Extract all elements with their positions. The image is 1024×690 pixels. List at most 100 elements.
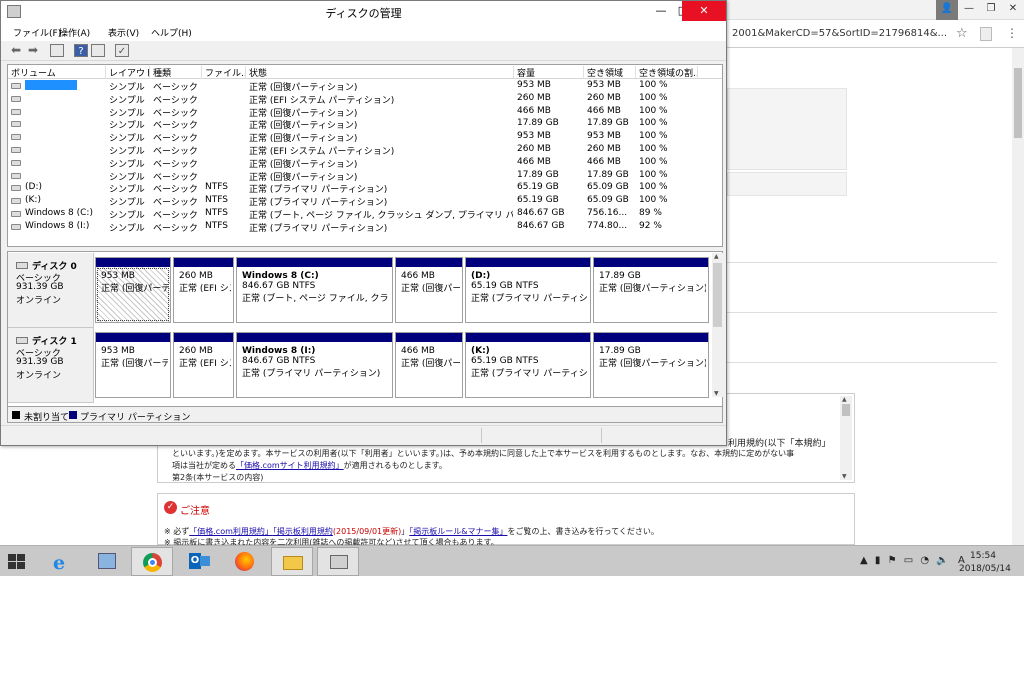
browser-maximize-button[interactable]: ❐ (980, 0, 1002, 20)
kakaku-terms-link[interactable]: 「価格.com利用規約」 (189, 527, 273, 536)
clock-time[interactable]: 15:54 (970, 551, 996, 561)
table-row[interactable]: シンプル ベーシック 正常 (回復パーティション) 466 MB 466 MB 100 % (8, 106, 722, 119)
column-header-filesystem[interactable]: ファイル... (202, 66, 246, 79)
forward-arrow-icon[interactable]: ➡ (26, 44, 40, 57)
cell-status: 正常 (プライマリ パーティション) (249, 185, 388, 196)
scrollbar-thumb[interactable] (842, 404, 850, 416)
notification-chevron-icon[interactable]: ▲ (860, 555, 868, 566)
settings-icon[interactable]: ✓ (115, 44, 129, 57)
partition-block[interactable]: Windows 8 (C:) 846.67 GB NTFS 正常 (ブート, ページ… (236, 257, 393, 323)
column-header-type[interactable]: 種類 (150, 66, 202, 79)
photo-app-icon[interactable] (86, 547, 128, 576)
menu-action[interactable]: 操作(A) (59, 26, 90, 39)
table-row[interactable]: シンプル ベーシック 正常 (EFI システム パーティション) 260 MB 260 … (8, 93, 722, 106)
cell-percent-free: 100 % (639, 118, 668, 129)
chrome-icon[interactable] (131, 547, 173, 576)
volume-icon[interactable]: 🔈 (936, 555, 948, 566)
extension-icon[interactable] (980, 27, 992, 41)
column-header-layout[interactable]: レイアウト (106, 66, 150, 79)
table-row[interactable]: シンプル ベーシック 正常 (回復パーティション) 17.89 GB 17.89 GB 1… (8, 118, 722, 131)
cell-percent-free: 92 % (639, 220, 662, 231)
browser-minimize-button[interactable]: — (958, 0, 980, 20)
address-bar[interactable]: 2001&MakerCD=57&SortID=21796814&... (732, 28, 947, 39)
toolbar: ⬅ ➡ ? ✓ (1, 41, 726, 61)
table-row[interactable]: Windows 8 (C:) シンプル ベーシック NTFS 正常 (ブート, ページ … (8, 208, 722, 221)
start-button[interactable] (8, 554, 26, 570)
user-icon[interactable]: 👤 (936, 0, 958, 20)
legend-swatch-unallocated (12, 411, 20, 419)
table-row[interactable]: (K:) シンプル ベーシック NTFS 正常 (プライマリ パーティション) 65.19… (8, 195, 722, 208)
table-row[interactable]: シンプル ベーシック 正常 (回復パーティション) 466 MB 466 MB 100 % (8, 157, 722, 170)
cell-layout: シンプル (109, 108, 145, 119)
partition-block[interactable]: 260 MB 正常 (EFI システム パーティション) (173, 332, 234, 398)
display-icon[interactable]: ▭ (904, 555, 913, 566)
table-row[interactable]: Windows 8 (I:) シンプル ベーシック NTFS 正常 (プライマリ パーテ… (8, 221, 722, 234)
console-tree-icon[interactable] (50, 44, 64, 57)
partition-block[interactable]: 953 MB 正常 (回復パーティション) (95, 257, 171, 323)
partition-status: 正常 (EFI システム パーティション) (179, 359, 231, 369)
column-header-percent-free[interactable]: 空き領域の割... (636, 66, 698, 79)
partition-block[interactable]: 17.89 GB 正常 (回復パーティション) (593, 257, 709, 323)
cell-status: 正常 (ブート, ページ ファイル, クラッシュ ダンプ, プライマリ パーティ… (249, 211, 513, 221)
cell-capacity: 65.19 GB (517, 195, 559, 206)
file-explorer-icon[interactable] (271, 547, 313, 576)
table-row[interactable]: シンプル ベーシック 正常 (回復パーティション) 953 MB 953 MB 100 % (8, 131, 722, 144)
firefox-icon[interactable] (224, 547, 266, 576)
partition-type-bar (237, 258, 392, 267)
help-icon[interactable]: ? (74, 44, 88, 57)
partition-block[interactable]: (D:)65.19 GB NTFS 正常 (プライマリ パーティション) (465, 257, 591, 323)
scrollbar-thumb[interactable] (713, 263, 722, 327)
outlook-icon[interactable]: O (178, 547, 220, 576)
column-header-capacity[interactable]: 容量 (514, 66, 584, 79)
network-icon[interactable]: ▮ (875, 555, 881, 566)
partition-block[interactable]: 466 MB 正常 (回復パーティション) (395, 332, 463, 398)
volume-icon (11, 198, 21, 205)
partition-block[interactable]: 953 MB 正常 (回復パーティション) (95, 332, 171, 398)
flag-icon[interactable]: ⚑ (888, 555, 897, 566)
disk-management-taskbar-icon[interactable] (317, 547, 359, 576)
browser-close-button[interactable]: ✕ (1002, 0, 1024, 20)
partition-block[interactable]: 466 MB 正常 (回復パーティション) (395, 257, 463, 323)
column-header-status[interactable]: 状態 (246, 66, 514, 79)
window-titlebar[interactable]: ディスクの管理 — □ ✕ (1, 1, 726, 23)
legend-swatch-primary (69, 411, 77, 419)
table-row[interactable]: (D:) シンプル ベーシック NTFS 正常 (プライマリ パーティション) 65.19… (8, 182, 722, 195)
partition-block[interactable]: Windows 8 (I:) 846.67 GB NTFS 正常 (プライマリ パー… (236, 332, 393, 398)
column-header-free-space[interactable]: 空き領域 (584, 66, 636, 79)
partition-name: (D:) (471, 271, 491, 281)
disk-label-1[interactable]: ディスク 1 ベーシック 931.39 GB オンライン (8, 328, 94, 403)
terms-scrollbar[interactable]: ▲ ▼ (840, 396, 852, 480)
close-button[interactable]: ✕ (682, 1, 726, 21)
menu-file[interactable]: ファイル(F) (13, 26, 61, 39)
menu-help[interactable]: ヘルプ(H) (151, 26, 192, 39)
table-row[interactable]: シンプル ベーシック 正常 (回復パーティション) 17.89 GB 17.89 GB 1… (8, 170, 722, 183)
partition-block[interactable]: 260 MB 正常 (EFI システム パーティション) (173, 257, 234, 323)
wifi-icon[interactable]: ◔ (920, 555, 929, 566)
partition-status: 正常 (プライマリ パーティション) (242, 369, 381, 379)
partition-block[interactable]: 17.89 GB 正常 (回復パーティション) (593, 332, 709, 398)
volume-icon (11, 83, 21, 89)
table-row[interactable]: シンプル ベーシック 正常 (回復パーティション) 953 MB 953 MB 100 % (8, 80, 722, 93)
bbs-terms-link[interactable]: 「掲示板利用規約 (273, 527, 333, 536)
internet-explorer-icon[interactable]: e (40, 547, 82, 576)
site-terms-link[interactable]: 「価格.comサイト利用規約」 (236, 461, 344, 470)
column-header-volume[interactable]: ボリューム (8, 66, 106, 79)
partition-type-bar (237, 333, 392, 342)
cell-percent-free: 100 % (639, 144, 668, 154)
partition-block[interactable]: (K:)65.19 GB NTFS 正常 (プライマリ パーティション) (465, 332, 591, 398)
disk-label-0[interactable]: ディスク 0 ベーシック 931.39 GB オンライン (8, 253, 94, 328)
browser-scrollbar[interactable] (1012, 48, 1024, 545)
bookmark-star-icon[interactable]: ☆ (956, 26, 968, 41)
browser-menu-icon[interactable]: ⋮ (1006, 26, 1018, 40)
clock-date[interactable]: 2018/05/14 (959, 564, 1011, 574)
menu-view[interactable]: 表示(V) (108, 26, 139, 39)
bbs-rules-link[interactable]: 「掲示板ルール&マナー集」 (409, 527, 507, 536)
table-row[interactable]: シンプル ベーシック 正常 (EFI システム パーティション) 260 MB 260 … (8, 144, 722, 157)
scrollbar-thumb[interactable] (1014, 68, 1022, 138)
properties-icon[interactable] (91, 44, 105, 57)
partition-type-bar (396, 258, 462, 267)
graphical-view-scrollbar[interactable]: ▲ ▼ (712, 253, 723, 397)
back-arrow-icon[interactable]: ⬅ (9, 44, 23, 57)
disk-management-window: ディスクの管理 — □ ✕ ファイル(F) 操作(A) 表示(V) ヘルプ(H)… (0, 0, 727, 446)
browser-omnibox: 2001&MakerCD=57&SortID=21796814&... ☆ ⋮ (724, 22, 1024, 48)
